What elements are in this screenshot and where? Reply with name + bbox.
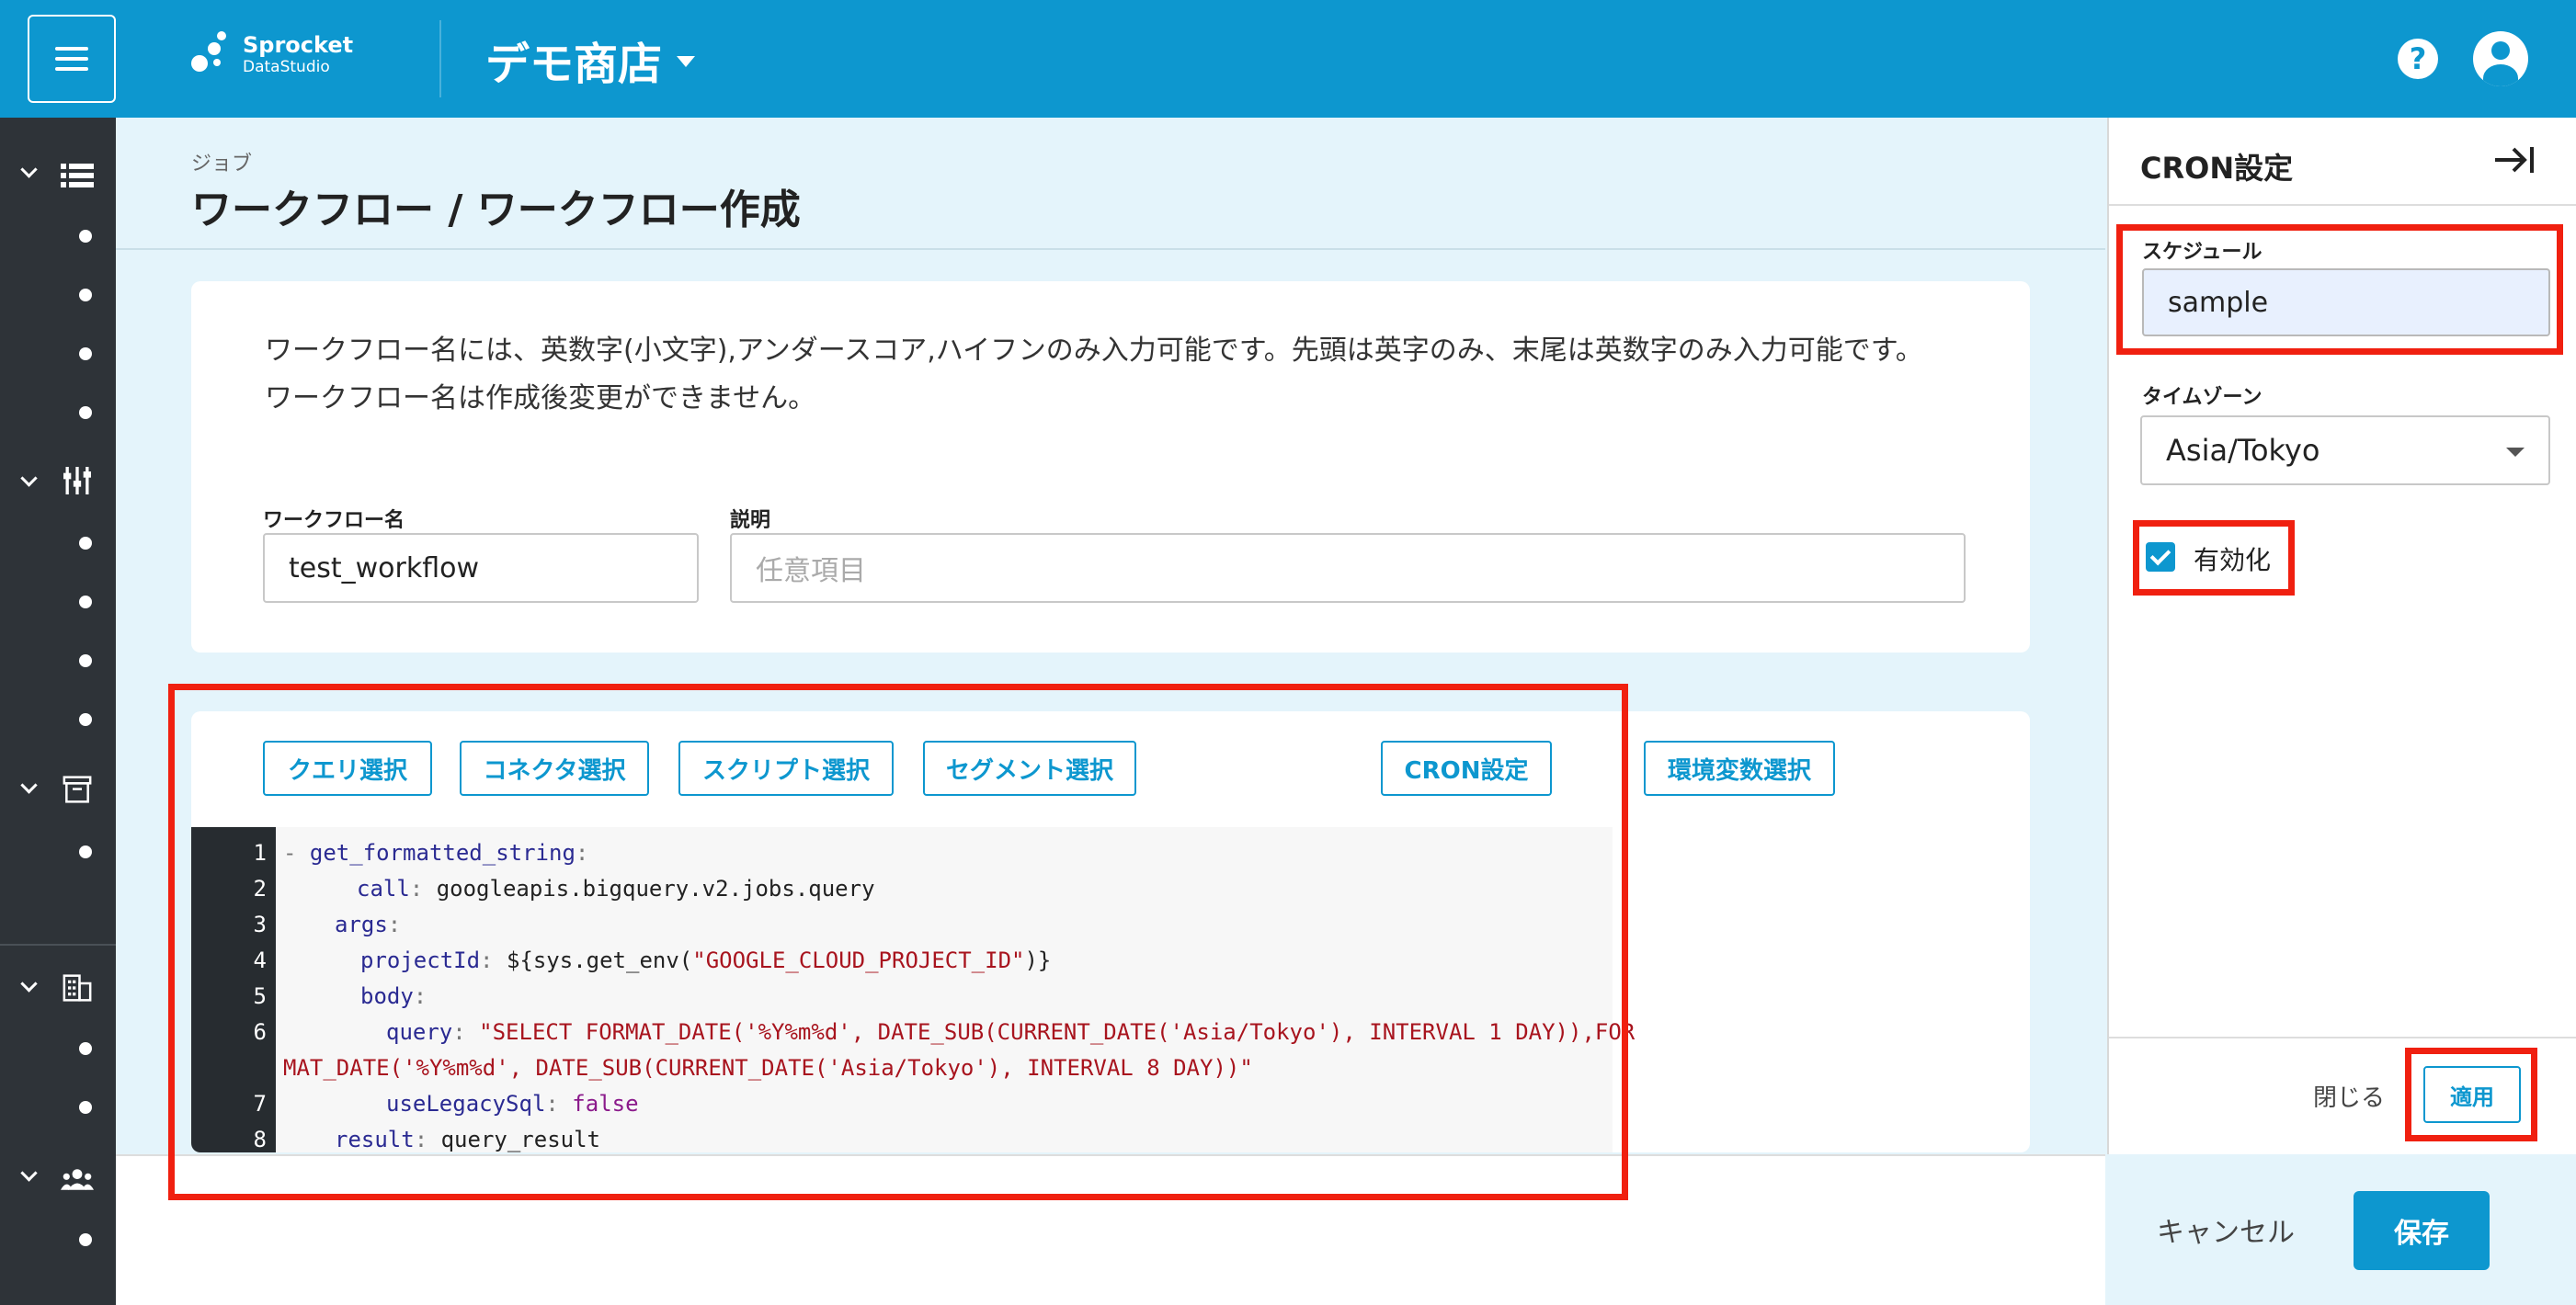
cron-settings-panel: CRON設定 スケジュール sample タイムゾーン Asia/Tokyo 有…: [2107, 118, 2576, 1154]
timezone-label: タイムゾーン: [2142, 386, 2263, 409]
chevron-down-icon[interactable]: [20, 472, 39, 491]
code-line: result: query_result: [335, 1127, 600, 1152]
page-title: ワークフロー / ワークフロー作成: [191, 187, 801, 233]
notice-line: ワークフロー名は作成後変更ができません。: [265, 382, 816, 414]
sidebar-subitem[interactable]: [79, 713, 92, 726]
input-notice: ワークフロー名には、英数字(小文字),アンダースコア,ハイフンのみ入力可能です。…: [265, 327, 1975, 423]
logo[interactable]: Sprocket DataStudio: [189, 31, 353, 77]
divider: [116, 248, 2105, 250]
logo-subtitle: DataStudio: [243, 58, 330, 76]
code-line: call: googleapis.bigquery.v2.jobs.query: [357, 876, 875, 902]
sidebar-subitem[interactable]: [79, 1101, 92, 1114]
collapse-panel-icon[interactable]: [2493, 143, 2536, 176]
form-footer: [116, 1154, 2105, 1305]
close-button[interactable]: 閉じる: [2313, 1079, 2385, 1113]
panel-title: CRON設定: [2140, 151, 2294, 186]
line-number: 6: [253, 1019, 267, 1045]
code-line: query: "SELECT FORMAT_DATE('%Y%m%d', DAT…: [386, 1019, 1636, 1045]
tune-icon[interactable]: [61, 467, 94, 494]
top-bar: Sprocket DataStudio デモ商店 ?: [0, 0, 2576, 118]
env-var-select-button[interactable]: 環境変数選択: [1644, 741, 1835, 796]
description-label: 説明: [730, 509, 771, 532]
code-line: body:: [360, 983, 427, 1009]
timezone-value: Asia/Tokyo: [2166, 433, 2320, 468]
workflow-info-card: ワークフロー名には、英数字(小文字),アンダースコア,ハイフンのみ入力可能です。…: [191, 281, 2030, 652]
line-number: 8: [253, 1127, 267, 1152]
apply-button[interactable]: 適用: [2423, 1066, 2521, 1123]
code-line: MAT_DATE('%Y%m%d', DATE_SUB(CURRENT_DATE…: [283, 1055, 1253, 1081]
line-number: 3: [253, 912, 267, 937]
sidebar-divider: [0, 944, 116, 946]
list-icon[interactable]: [61, 162, 94, 189]
sidebar-subitem[interactable]: [79, 347, 92, 360]
sidebar-subitem[interactable]: [79, 596, 92, 608]
line-number: 7: [253, 1091, 267, 1117]
cancel-button[interactable]: キャンセル: [2157, 1209, 2295, 1250]
schedule-label: スケジュール: [2142, 241, 2263, 264]
sidebar-subitem[interactable]: [79, 537, 92, 550]
caret-down-icon: [2506, 448, 2525, 457]
sidebar-subitem[interactable]: [79, 1042, 92, 1055]
code-line: args:: [335, 912, 402, 937]
script-select-button[interactable]: スクリプト選択: [678, 741, 894, 796]
code-line: useLegacySql: false: [386, 1091, 639, 1117]
enable-label[interactable]: 有効化: [2194, 540, 2271, 577]
line-number: 4: [253, 948, 267, 973]
chevron-down-icon[interactable]: [20, 164, 39, 182]
sidebar-subitem[interactable]: [79, 654, 92, 667]
description-input[interactable]: 任意項目: [730, 533, 1966, 603]
sidebar-subitem[interactable]: [79, 230, 92, 243]
account-icon[interactable]: [2473, 31, 2528, 86]
workflow-name-input[interactable]: test_workflow: [263, 533, 699, 603]
line-number: 1: [253, 840, 267, 866]
sidebar-subitem[interactable]: [79, 406, 92, 419]
sidebar: [0, 118, 116, 1305]
cron-settings-button[interactable]: CRON設定: [1381, 741, 1552, 796]
building-icon[interactable]: [61, 974, 94, 1002]
caret-down-icon: [677, 56, 696, 67]
shop-selector[interactable]: デモ商店: [485, 28, 696, 92]
chevron-down-icon[interactable]: [20, 779, 39, 798]
shop-name: デモ商店: [485, 39, 663, 90]
code-editor[interactable]: 1 2 3 4 5 6 7 8 - get_formatted_string: …: [191, 827, 1635, 1152]
sidebar-subitem[interactable]: [79, 845, 92, 858]
divider: [2109, 1037, 2576, 1038]
save-button[interactable]: 保存: [2354, 1191, 2490, 1270]
hamburger-menu-button[interactable]: [28, 15, 116, 103]
query-select-button[interactable]: クエリ選択: [263, 741, 432, 796]
line-number: 2: [253, 876, 267, 902]
line-number: 5: [253, 983, 267, 1009]
workflow-editor-card: クエリ選択 コネクタ選択 スクリプト選択 セグメント選択 CRON設定 環境変数…: [191, 711, 2030, 1152]
archive-icon[interactable]: [61, 776, 94, 803]
hamburger-icon: [55, 47, 88, 71]
breadcrumb[interactable]: ジョブ: [191, 147, 252, 176]
divider: [2109, 204, 2576, 206]
timezone-select[interactable]: Asia/Tokyo: [2140, 415, 2550, 485]
group-icon[interactable]: [61, 1165, 94, 1193]
topbar-divider: [439, 20, 441, 97]
chevron-down-icon[interactable]: [20, 978, 39, 996]
logo-title: Sprocket: [243, 32, 354, 58]
enable-checkbox[interactable]: [2146, 542, 2175, 572]
segment-select-button[interactable]: セグメント選択: [923, 741, 1136, 796]
connector-select-button[interactable]: コネクタ選択: [460, 741, 649, 796]
help-icon[interactable]: ?: [2398, 39, 2438, 79]
sprocket-logo-icon: [189, 31, 230, 77]
sidebar-subitem[interactable]: [79, 1233, 92, 1246]
workflow-name-label: ワークフロー名: [263, 509, 405, 532]
chevron-down-icon[interactable]: [20, 1167, 39, 1186]
line-number-gutter: 1 2 3 4 5 6 7 8: [191, 827, 276, 1152]
code-line: projectId: ${sys.get_env("GOOGLE_CLOUD_P…: [360, 948, 1052, 973]
code-line: - get_formatted_string:: [283, 840, 589, 866]
notice-line: ワークフロー名には、英数字(小文字),アンダースコア,ハイフンのみ入力可能です。…: [265, 335, 1923, 367]
schedule-input[interactable]: sample: [2142, 268, 2550, 336]
sidebar-subitem[interactable]: [79, 289, 92, 301]
